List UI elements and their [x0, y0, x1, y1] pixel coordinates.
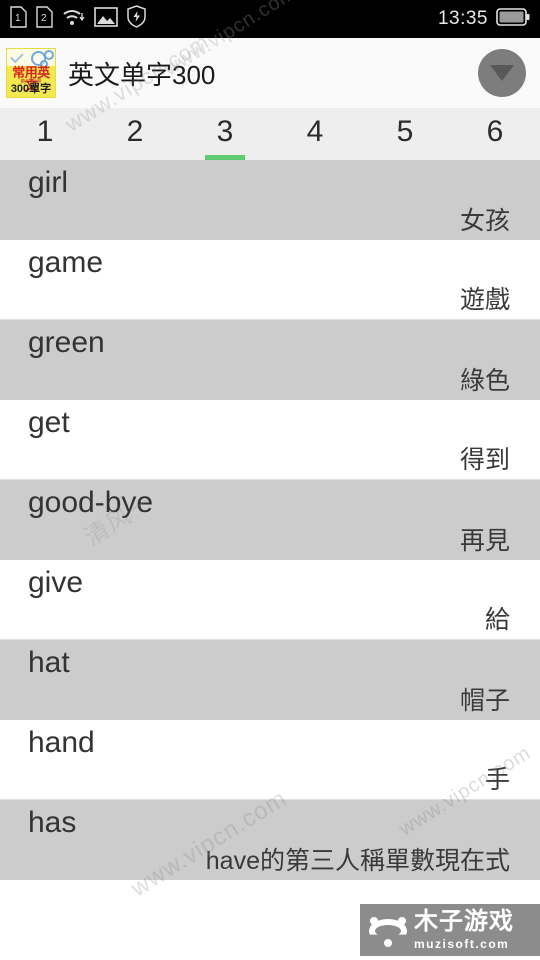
word-translation: 再見 [459, 527, 510, 555]
word-translation: 給 [484, 606, 510, 634]
word-english: hat [28, 646, 70, 679]
screenshot-image-icon [94, 6, 118, 32]
word-list[interactable]: girl 女孩 game 遊戲 green 綠色 get 得到 good-bye 再見 give 給 h… [0, 160, 540, 880]
tab-1[interactable]: 1 [0, 108, 90, 160]
word-row[interactable]: hand 手 [0, 720, 540, 800]
app-header: 常用英文 英/中對照 300單字 英文单字300 [0, 38, 540, 108]
tab-5[interactable]: 5 [360, 108, 450, 160]
shield-bolt-icon [127, 5, 146, 33]
app-icon-bottom-text: 300單字 [10, 83, 52, 95]
word-row[interactable]: green 綠色 [0, 320, 540, 400]
word-row[interactable]: get 得到 [0, 400, 540, 480]
tab-label: 3 [216, 115, 234, 148]
brand-text-group: 木子游戏 muzisoft.com [414, 908, 514, 951]
tab-bar: 1 2 3 4 5 6 [0, 108, 540, 160]
logo-dot [384, 939, 392, 947]
word-translation: have的第三人稱單數現在式 [205, 847, 510, 875]
word-translation: 女孩 [459, 207, 510, 235]
status-icons-group: 1 2 [10, 5, 146, 33]
tab-label: 2 [126, 115, 144, 148]
logo-dot [370, 917, 378, 925]
tab-label: 6 [486, 115, 504, 148]
word-translation: 綠色 [459, 367, 510, 395]
sim2-icon: 2 [36, 5, 53, 33]
brand-watermark: 木子游戏 muzisoft.com [360, 904, 540, 956]
word-english: girl [28, 166, 69, 199]
word-english: good-bye [28, 486, 154, 519]
word-row[interactable]: hat 帽子 [0, 640, 540, 720]
wifi-icon [62, 6, 85, 33]
tab-label: 4 [306, 115, 324, 148]
status-right-group: 13:35 [438, 7, 530, 32]
tab-2[interactable]: 2 [90, 108, 180, 160]
word-translation: 手 [484, 766, 510, 794]
word-translation: 得到 [459, 446, 510, 474]
tab-6[interactable]: 6 [450, 108, 540, 160]
word-english: game [28, 246, 104, 279]
word-english: hand [28, 726, 95, 759]
word-row[interactable]: good-bye 再見 [0, 480, 540, 560]
svg-text:2: 2 [41, 13, 47, 24]
svg-text:1: 1 [15, 13, 21, 24]
logo-dot [398, 917, 406, 925]
tab-4[interactable]: 4 [270, 108, 360, 160]
chevron-down-icon [490, 65, 514, 81]
muzisoft-logo-icon [368, 913, 408, 947]
word-row[interactable]: give 給 [0, 560, 540, 640]
tab-label: 5 [396, 115, 414, 148]
app-screen: 1 2 13:35 常用英文 英/中對照 300單字 英文单字300 1 2 3… [0, 0, 540, 960]
word-row[interactable]: girl 女孩 [0, 160, 540, 240]
word-english: get [28, 406, 70, 439]
app-icon: 常用英文 英/中對照 300單字 [6, 48, 56, 98]
sim1-icon: 1 [10, 5, 27, 33]
page-title: 英文单字300 [68, 59, 216, 90]
tab-label: 1 [36, 115, 54, 148]
battery-icon [496, 7, 530, 32]
bubble-decoration [44, 50, 54, 60]
word-english: has [28, 806, 77, 839]
word-row[interactable]: has have的第三人稱單數現在式 [0, 800, 540, 880]
tab-3[interactable]: 3 [180, 108, 270, 160]
word-english: give [28, 566, 84, 599]
word-english: green [28, 326, 105, 359]
dropdown-arrow-button[interactable] [478, 49, 526, 97]
brand-name-cn: 木子游戏 [414, 908, 514, 935]
status-bar: 1 2 13:35 [0, 0, 540, 38]
word-translation: 帽子 [459, 687, 510, 715]
word-row[interactable]: game 遊戲 [0, 240, 540, 320]
word-translation: 遊戲 [459, 286, 510, 314]
brand-name-en: muzisoft.com [414, 937, 510, 951]
status-clock: 13:35 [437, 8, 488, 29]
